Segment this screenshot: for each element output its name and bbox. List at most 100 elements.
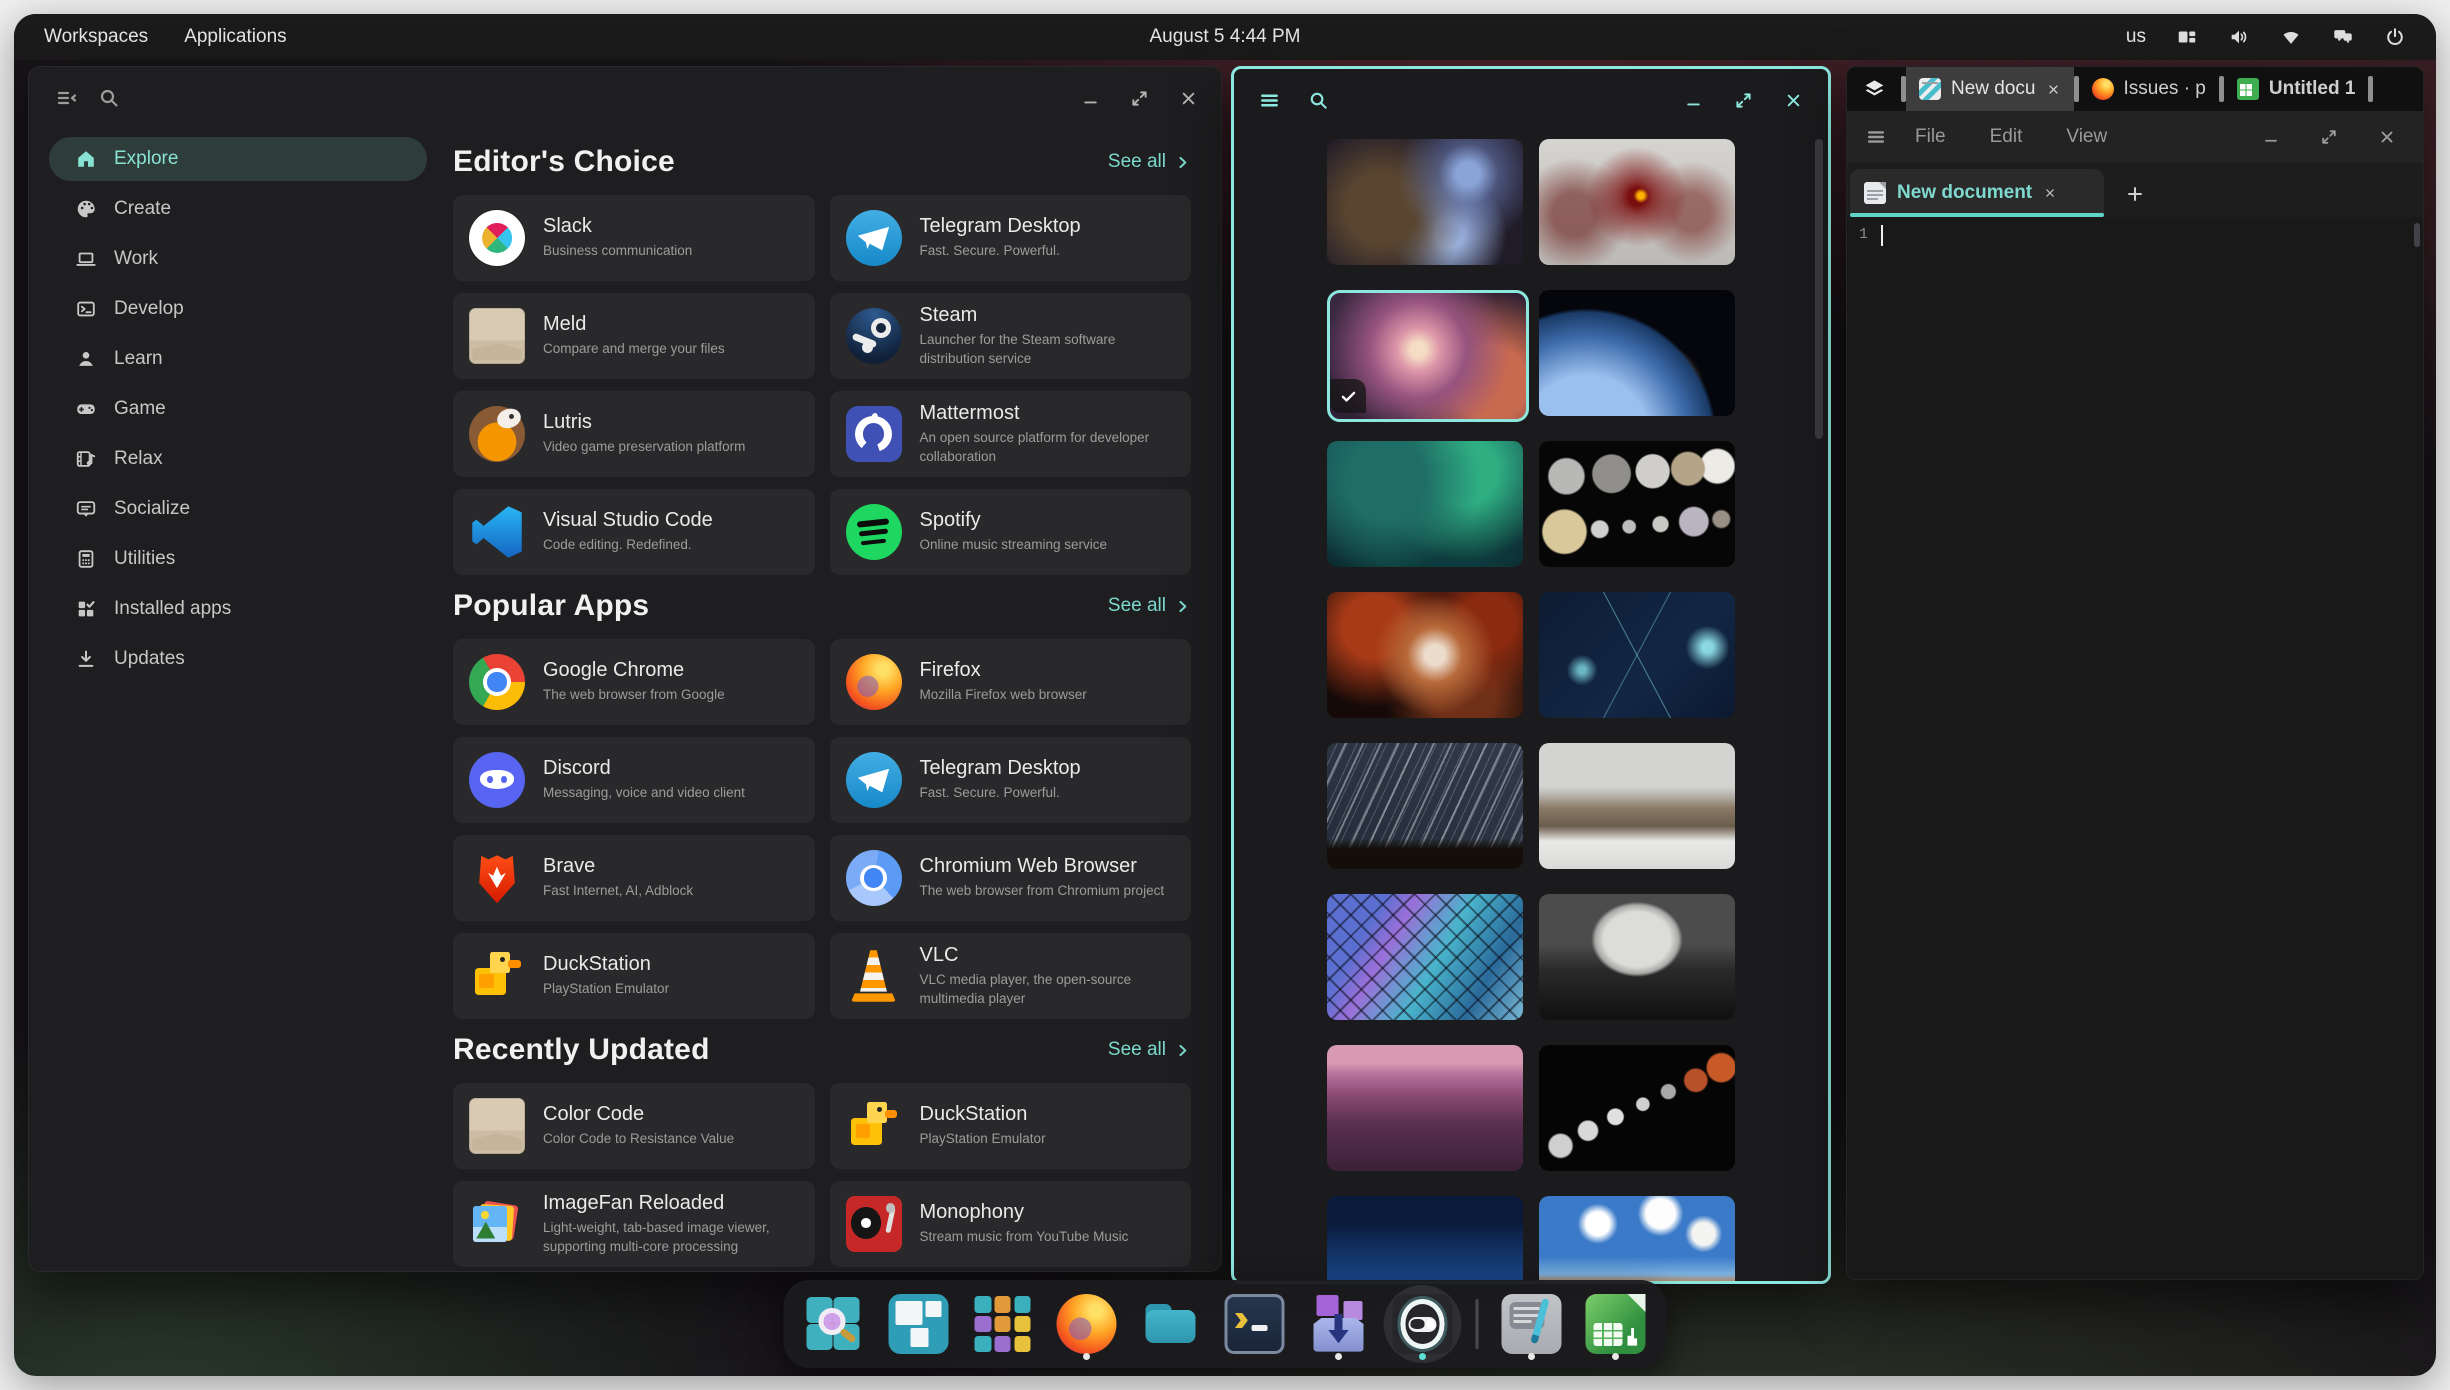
dock-item-terminal[interactable]: [1216, 1285, 1294, 1363]
app-card-monophony[interactable]: MonophonyStream music from YouTube Music: [830, 1181, 1192, 1267]
maximize-button[interactable]: [1733, 90, 1754, 111]
dock-item-app-finder[interactable]: [796, 1285, 874, 1363]
scrollbar-thumb[interactable]: [2414, 223, 2420, 247]
wallpaper-thumbnail-nebula-blue-brown[interactable]: [1327, 139, 1523, 265]
app-card-imagefan-reloaded[interactable]: ImageFan ReloadedLight-weight, tab-based…: [453, 1181, 815, 1267]
keyboard-layout-icon[interactable]: [2176, 26, 2198, 48]
app-card-vlc[interactable]: VLCVLC media player, the open-source mul…: [830, 933, 1192, 1019]
sidebar-item-utilities[interactable]: Utilities: [49, 537, 427, 581]
sidebar-item-explore[interactable]: Explore: [49, 137, 427, 181]
close-tab-icon[interactable]: [2046, 82, 2061, 97]
file-manager-icon: [1141, 1294, 1201, 1354]
app-card-telegram-desktop[interactable]: Telegram DesktopFast. Secure. Powerful.: [830, 195, 1192, 281]
maximize-button[interactable]: [1129, 88, 1150, 109]
scrollbar-thumb[interactable]: [1815, 139, 1823, 439]
wallpaper-thumbnail-starfield-diffraction[interactable]: [1539, 592, 1735, 718]
see-all-link[interactable]: See all: [1108, 1039, 1191, 1061]
sidebar-item-work[interactable]: Work: [49, 237, 427, 281]
dock-item-notes-editor[interactable]: [1493, 1285, 1571, 1363]
sidebar-item-relax[interactable]: Relax: [49, 437, 427, 481]
see-all-link[interactable]: See all: [1108, 151, 1191, 173]
applications-menu[interactable]: Applications: [184, 26, 286, 48]
volume-icon[interactable]: [2228, 26, 2250, 48]
new-tab-button[interactable]: [2124, 183, 2146, 205]
sidebar-item-installed-apps[interactable]: Installed apps: [49, 587, 427, 631]
close-button[interactable]: [2377, 127, 2397, 147]
wm-tab-issues-p[interactable]: Issues · p: [2079, 67, 2219, 111]
dock-item-window-tiler[interactable]: [880, 1285, 958, 1363]
dock-item-file-manager[interactable]: [1132, 1285, 1210, 1363]
search-icon[interactable]: [97, 86, 121, 110]
workspaces-menu[interactable]: Workspaces: [44, 26, 148, 48]
app-card-telegram-desktop[interactable]: Telegram DesktopFast. Secure. Powerful.: [830, 737, 1192, 823]
app-card-google-chrome[interactable]: Google ChromeThe web browser from Google: [453, 639, 815, 725]
app-card-color-code[interactable]: Color CodeColor Code to Resistance Value: [453, 1083, 815, 1169]
sidebar-item-develop[interactable]: Develop: [49, 287, 427, 331]
sidebar-item-socialize[interactable]: Socialize: [49, 487, 427, 531]
wallpaper-thumbnail-radio-telescope[interactable]: [1539, 894, 1735, 1020]
keyboard-layout-indicator[interactable]: us: [2126, 26, 2146, 48]
wallpaper-thumbnail-earth-from-space[interactable]: [1539, 290, 1735, 416]
app-card-firefox[interactable]: FirefoxMozilla Firefox web browser: [830, 639, 1192, 725]
wallpaper-thumbnail-galactic-plane-radio[interactable]: [1539, 139, 1735, 265]
wallpaper-thumbnail-lunar-eclipse-sequence[interactable]: [1539, 1045, 1735, 1171]
hamburger-menu-icon[interactable]: [1258, 89, 1281, 112]
app-card-mattermost[interactable]: MattermostAn open source platform for de…: [830, 391, 1192, 477]
wifi-icon[interactable]: [2280, 26, 2302, 48]
search-icon[interactable]: [1307, 89, 1330, 112]
app-card-brave[interactable]: BraveFast Internet, AI, Adblock: [453, 835, 815, 921]
sidebar-item-game[interactable]: Game: [49, 387, 427, 431]
tab-new-document[interactable]: New document: [1850, 169, 2104, 217]
chat-icon[interactable]: [2332, 26, 2354, 48]
close-button[interactable]: [1783, 90, 1804, 111]
wallpaper-thumbnail-aurora-teal-swirls[interactable]: [1327, 441, 1523, 567]
hamburger-menu-icon[interactable]: [1865, 126, 1887, 148]
app-card-lutris[interactable]: LutrisVideo game preservation platform: [453, 391, 815, 477]
menu-file[interactable]: File: [1915, 126, 1946, 148]
see-all-link[interactable]: See all: [1108, 595, 1191, 617]
thumbnail-image: [1539, 290, 1735, 416]
minimize-button[interactable]: [1683, 90, 1704, 111]
app-card-visual-studio-code[interactable]: Visual Studio CodeCode editing. Redefine…: [453, 489, 815, 575]
wallpaper-thumbnail-tarantula-nebula[interactable]: [1327, 592, 1523, 718]
dock-item-app-grid[interactable]: [964, 1285, 1042, 1363]
wallpaper-thumbnail-monument-valley[interactable]: [1539, 1196, 1735, 1284]
wallpaper-thumbnail-deep-blue-sky[interactable]: [1327, 1196, 1523, 1284]
wm-tab-new-docu[interactable]: New docu: [1906, 67, 2074, 111]
app-card-discord[interactable]: DiscordMessaging, voice and video client: [453, 737, 815, 823]
sidebar-item-learn[interactable]: Learn: [49, 337, 427, 381]
app-card-duckstation[interactable]: DuckStationPlayStation Emulator: [830, 1083, 1192, 1169]
dock-item-software-installer[interactable]: [1300, 1285, 1378, 1363]
menu-view[interactable]: View: [2066, 126, 2107, 148]
app-card-chromium-web-browser[interactable]: Chromium Web BrowserThe web browser from…: [830, 835, 1192, 921]
sidebar-item-label: Learn: [114, 348, 163, 370]
wallpaper-thumbnail-snowy-mountains[interactable]: [1539, 743, 1735, 869]
minimize-button[interactable]: [1080, 88, 1101, 109]
app-card-meld[interactable]: MeldCompare and merge your files: [453, 293, 815, 379]
minimize-button[interactable]: [2261, 127, 2281, 147]
wm-tab-untitled-1[interactable]: Untitled 1: [2224, 67, 2369, 111]
clock[interactable]: August 5 4:44 PM: [1149, 26, 1300, 48]
dock-item-wallpaper-switcher[interactable]: [1384, 1285, 1462, 1363]
wallpaper-thumbnail-geometric-triangles[interactable]: [1327, 894, 1523, 1020]
wallpaper-thumbnail-star-trails[interactable]: [1327, 743, 1523, 869]
wallpaper-thumbnail-moons-planets-chart[interactable]: [1539, 441, 1735, 567]
editor-text-area[interactable]: 1: [1847, 217, 2423, 1279]
layers-icon[interactable]: [1847, 67, 1901, 111]
sidebar-collapse-icon[interactable]: [55, 86, 79, 110]
sidebar-item-create[interactable]: Create: [49, 187, 427, 231]
app-card-slack[interactable]: SlackBusiness communication: [453, 195, 815, 281]
maximize-button[interactable]: [2319, 127, 2339, 147]
menu-edit[interactable]: Edit: [1990, 126, 2023, 148]
sidebar-item-updates[interactable]: Updates: [49, 637, 427, 681]
app-card-steam[interactable]: SteamLauncher for the Steam software dis…: [830, 293, 1192, 379]
close-button[interactable]: [1178, 88, 1199, 109]
power-icon[interactable]: [2384, 26, 2406, 48]
dock-item-libreoffice-calc[interactable]: [1577, 1285, 1655, 1363]
app-card-spotify[interactable]: SpotifyOnline music streaming service: [830, 489, 1192, 575]
wallpaper-thumbnail-grand-canyon-dusk[interactable]: [1327, 1045, 1523, 1171]
close-tab-icon[interactable]: [2043, 186, 2057, 200]
app-card-duckstation[interactable]: DuckStationPlayStation Emulator: [453, 933, 815, 1019]
wallpaper-thumbnail-orion-nebula[interactable]: [1327, 290, 1523, 416]
dock-item-firefox[interactable]: [1048, 1285, 1126, 1363]
